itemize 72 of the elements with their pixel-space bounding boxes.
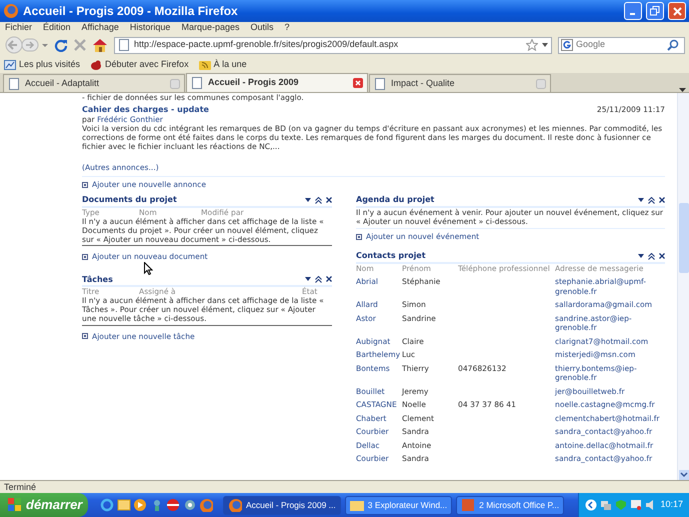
menu-item[interactable]: Historique <box>130 21 170 35</box>
collapse-icon[interactable] <box>648 252 655 260</box>
bookmark-link[interactable]: À la une <box>198 58 247 72</box>
star-icon[interactable] <box>526 39 538 51</box>
chart-icon <box>4 58 16 70</box>
presentation-icon <box>461 498 476 512</box>
collapse-icon[interactable] <box>315 276 322 283</box>
collapse-icon[interactable] <box>648 196 655 204</box>
webpart-title: Documents du projet <box>82 195 177 205</box>
taskbar-button[interactable]: Accueil - Progis 2009 ... <box>223 496 341 514</box>
status-text: Terminé <box>0 480 689 493</box>
add-icon <box>82 254 88 260</box>
dropdown-icon[interactable] <box>542 43 548 47</box>
menu-item[interactable]: ? <box>284 21 290 35</box>
tab-close-icon[interactable] <box>353 78 363 88</box>
close-icon[interactable] <box>326 196 332 203</box>
mouse-pointer-icon <box>144 262 153 274</box>
windows-logo-icon <box>8 498 22 512</box>
scrollbar[interactable] <box>677 93 689 480</box>
menu-item[interactable]: Outils <box>250 21 274 35</box>
close-icon[interactable] <box>326 276 332 282</box>
announcement-title[interactable]: Cahier des charges - update <box>82 105 209 115</box>
minimize-button[interactable] <box>624 2 642 20</box>
webpart-title: Agenda du projet <box>356 195 434 205</box>
menu-item[interactable]: Marque-pages <box>181 21 240 35</box>
bookmark-link[interactable]: Les plus visités <box>4 58 80 72</box>
add-icon <box>82 182 88 188</box>
dropdown-icon[interactable] <box>305 196 311 203</box>
search-box[interactable]: Google <box>558 36 685 54</box>
media-player-icon[interactable] <box>133 498 147 512</box>
dropdown-icon[interactable] <box>305 276 311 282</box>
page-icon <box>118 39 130 51</box>
webpart-title: Tâches <box>82 274 113 284</box>
scrollbar-thumb[interactable] <box>678 203 688 273</box>
clock: 10:17 <box>660 498 683 512</box>
menu-item[interactable]: Affichage <box>82 21 119 35</box>
restore-icon <box>650 6 660 16</box>
page-icon <box>8 78 20 90</box>
firefox-icon <box>228 498 242 512</box>
close-icon[interactable] <box>659 252 665 259</box>
page-icon <box>191 77 203 89</box>
bookmark-link[interactable]: Débuter avec Firefox <box>90 58 189 72</box>
menu-item[interactable]: Fichier <box>5 21 32 35</box>
scroll-down-icon[interactable] <box>678 470 688 480</box>
taskbar-button[interactable]: 2 Microsoft Office P... <box>456 496 564 514</box>
close-icon <box>672 6 682 16</box>
menu-item[interactable]: Édition <box>43 21 71 35</box>
add-icon <box>82 333 88 340</box>
home-icon[interactable] <box>92 38 108 52</box>
close-button[interactable] <box>668 2 686 20</box>
search-icon[interactable] <box>667 39 679 51</box>
address-field[interactable]: http://espace-pacte.upmf-grenoble.fr/sites/progis2009/default.aspx <box>114 36 552 54</box>
close-icon[interactable] <box>659 196 665 203</box>
folder-icon <box>350 498 364 512</box>
page-icon <box>374 78 386 90</box>
window-title: Accueil - Progis 2009 - Mozilla Firefox <box>23 3 238 20</box>
collapse-icon[interactable] <box>315 196 322 204</box>
browser-tab[interactable]: Accueil - Progis 2009 <box>186 73 368 92</box>
browser-tab[interactable]: Accueil - Adaptalitt <box>3 74 185 92</box>
google-icon[interactable] <box>561 39 573 51</box>
dropdown-icon[interactable] <box>638 196 644 203</box>
add-icon <box>356 234 362 240</box>
browser-tab[interactable]: Impact - Qualite <box>369 74 551 92</box>
feed-icon <box>198 58 211 70</box>
dropdown-icon[interactable] <box>638 252 644 259</box>
restore-button[interactable] <box>646 2 664 20</box>
firefox-logo-icon <box>3 3 19 19</box>
tab-list-icon[interactable] <box>679 88 686 92</box>
webpart-title: Contacts projet <box>356 251 426 261</box>
folder-icon[interactable] <box>116 498 130 512</box>
taskbar-button[interactable]: 3 Explorateur Wind... <box>344 496 452 514</box>
reload-icon[interactable] <box>54 38 68 52</box>
